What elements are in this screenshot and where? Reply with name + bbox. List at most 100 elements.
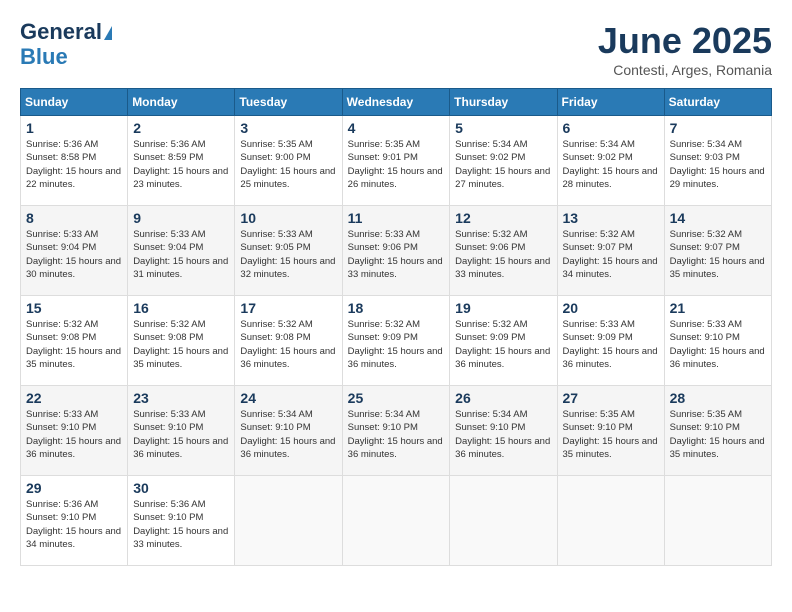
location: Contesti, Arges, Romania	[598, 62, 772, 78]
table-row: 11 Sunrise: 5:33 AM Sunset: 9:06 PM Dayl…	[342, 206, 450, 296]
header-row: Sunday Monday Tuesday Wednesday Thursday…	[21, 89, 772, 116]
day-number: 2	[133, 120, 229, 136]
logo-blue: Blue	[20, 44, 68, 70]
table-row: 12 Sunrise: 5:32 AM Sunset: 9:06 PM Dayl…	[450, 206, 557, 296]
day-number: 11	[348, 210, 445, 226]
table-row: 21 Sunrise: 5:33 AM Sunset: 9:10 PM Dayl…	[664, 296, 771, 386]
table-row	[557, 476, 664, 566]
day-number: 14	[670, 210, 766, 226]
day-number: 24	[240, 390, 336, 406]
col-tuesday: Tuesday	[235, 89, 342, 116]
day-number: 10	[240, 210, 336, 226]
table-row: 18 Sunrise: 5:32 AM Sunset: 9:09 PM Dayl…	[342, 296, 450, 386]
day-info: Sunrise: 5:34 AM Sunset: 9:02 PM Dayligh…	[455, 138, 551, 191]
day-info: Sunrise: 5:34 AM Sunset: 9:10 PM Dayligh…	[455, 408, 551, 461]
day-info: Sunrise: 5:32 AM Sunset: 9:08 PM Dayligh…	[240, 318, 336, 371]
day-info: Sunrise: 5:33 AM Sunset: 9:10 PM Dayligh…	[26, 408, 122, 461]
day-info: Sunrise: 5:32 AM Sunset: 9:08 PM Dayligh…	[26, 318, 122, 371]
table-row: 27 Sunrise: 5:35 AM Sunset: 9:10 PM Dayl…	[557, 386, 664, 476]
table-row	[342, 476, 450, 566]
col-friday: Friday	[557, 89, 664, 116]
logo-name: General	[20, 20, 114, 44]
day-number: 19	[455, 300, 551, 316]
day-number: 17	[240, 300, 336, 316]
day-number: 27	[563, 390, 659, 406]
col-thursday: Thursday	[450, 89, 557, 116]
day-info: Sunrise: 5:36 AM Sunset: 9:10 PM Dayligh…	[133, 498, 229, 551]
day-info: Sunrise: 5:35 AM Sunset: 9:01 PM Dayligh…	[348, 138, 445, 191]
table-row: 16 Sunrise: 5:32 AM Sunset: 9:08 PM Dayl…	[128, 296, 235, 386]
day-info: Sunrise: 5:32 AM Sunset: 9:09 PM Dayligh…	[455, 318, 551, 371]
day-number: 1	[26, 120, 122, 136]
day-info: Sunrise: 5:32 AM Sunset: 9:08 PM Dayligh…	[133, 318, 229, 371]
col-wednesday: Wednesday	[342, 89, 450, 116]
day-number: 8	[26, 210, 122, 226]
day-number: 9	[133, 210, 229, 226]
table-row: 6 Sunrise: 5:34 AM Sunset: 9:02 PM Dayli…	[557, 116, 664, 206]
day-number: 6	[563, 120, 659, 136]
table-row: 24 Sunrise: 5:34 AM Sunset: 9:10 PM Dayl…	[235, 386, 342, 476]
title-area: June 2025 Contesti, Arges, Romania	[598, 20, 772, 78]
table-row: 2 Sunrise: 5:36 AM Sunset: 8:59 PM Dayli…	[128, 116, 235, 206]
day-number: 15	[26, 300, 122, 316]
table-row: 14 Sunrise: 5:32 AM Sunset: 9:07 PM Dayl…	[664, 206, 771, 296]
day-number: 20	[563, 300, 659, 316]
day-info: Sunrise: 5:36 AM Sunset: 9:10 PM Dayligh…	[26, 498, 122, 551]
page-header: General Blue June 2025 Contesti, Arges, …	[20, 20, 772, 78]
day-info: Sunrise: 5:33 AM Sunset: 9:06 PM Dayligh…	[348, 228, 445, 281]
day-number: 4	[348, 120, 445, 136]
calendar-table: Sunday Monday Tuesday Wednesday Thursday…	[20, 88, 772, 566]
day-info: Sunrise: 5:33 AM Sunset: 9:09 PM Dayligh…	[563, 318, 659, 371]
day-info: Sunrise: 5:34 AM Sunset: 9:10 PM Dayligh…	[348, 408, 445, 461]
table-row: 28 Sunrise: 5:35 AM Sunset: 9:10 PM Dayl…	[664, 386, 771, 476]
day-info: Sunrise: 5:32 AM Sunset: 9:07 PM Dayligh…	[670, 228, 766, 281]
logo: General Blue	[20, 20, 114, 70]
table-row: 4 Sunrise: 5:35 AM Sunset: 9:01 PM Dayli…	[342, 116, 450, 206]
day-info: Sunrise: 5:35 AM Sunset: 9:10 PM Dayligh…	[670, 408, 766, 461]
day-number: 29	[26, 480, 122, 496]
day-number: 23	[133, 390, 229, 406]
day-number: 25	[348, 390, 445, 406]
table-row: 20 Sunrise: 5:33 AM Sunset: 9:09 PM Dayl…	[557, 296, 664, 386]
table-row: 3 Sunrise: 5:35 AM Sunset: 9:00 PM Dayli…	[235, 116, 342, 206]
table-row: 23 Sunrise: 5:33 AM Sunset: 9:10 PM Dayl…	[128, 386, 235, 476]
table-row	[664, 476, 771, 566]
col-monday: Monday	[128, 89, 235, 116]
day-info: Sunrise: 5:35 AM Sunset: 9:10 PM Dayligh…	[563, 408, 659, 461]
day-info: Sunrise: 5:33 AM Sunset: 9:10 PM Dayligh…	[133, 408, 229, 461]
table-row: 5 Sunrise: 5:34 AM Sunset: 9:02 PM Dayli…	[450, 116, 557, 206]
day-info: Sunrise: 5:32 AM Sunset: 9:06 PM Dayligh…	[455, 228, 551, 281]
table-row: 17 Sunrise: 5:32 AM Sunset: 9:08 PM Dayl…	[235, 296, 342, 386]
day-number: 16	[133, 300, 229, 316]
table-row: 7 Sunrise: 5:34 AM Sunset: 9:03 PM Dayli…	[664, 116, 771, 206]
day-number: 26	[455, 390, 551, 406]
table-row: 19 Sunrise: 5:32 AM Sunset: 9:09 PM Dayl…	[450, 296, 557, 386]
table-row: 1 Sunrise: 5:36 AM Sunset: 8:58 PM Dayli…	[21, 116, 128, 206]
table-row: 15 Sunrise: 5:32 AM Sunset: 9:08 PM Dayl…	[21, 296, 128, 386]
day-number: 30	[133, 480, 229, 496]
table-row: 29 Sunrise: 5:36 AM Sunset: 9:10 PM Dayl…	[21, 476, 128, 566]
day-number: 13	[563, 210, 659, 226]
table-row: 22 Sunrise: 5:33 AM Sunset: 9:10 PM Dayl…	[21, 386, 128, 476]
table-row: 30 Sunrise: 5:36 AM Sunset: 9:10 PM Dayl…	[128, 476, 235, 566]
day-number: 5	[455, 120, 551, 136]
day-info: Sunrise: 5:33 AM Sunset: 9:05 PM Dayligh…	[240, 228, 336, 281]
day-info: Sunrise: 5:33 AM Sunset: 9:04 PM Dayligh…	[133, 228, 229, 281]
day-info: Sunrise: 5:33 AM Sunset: 9:10 PM Dayligh…	[670, 318, 766, 371]
day-number: 12	[455, 210, 551, 226]
day-info: Sunrise: 5:32 AM Sunset: 9:07 PM Dayligh…	[563, 228, 659, 281]
table-row: 8 Sunrise: 5:33 AM Sunset: 9:04 PM Dayli…	[21, 206, 128, 296]
day-info: Sunrise: 5:36 AM Sunset: 8:58 PM Dayligh…	[26, 138, 122, 191]
day-info: Sunrise: 5:33 AM Sunset: 9:04 PM Dayligh…	[26, 228, 122, 281]
day-number: 18	[348, 300, 445, 316]
day-number: 28	[670, 390, 766, 406]
table-row: 25 Sunrise: 5:34 AM Sunset: 9:10 PM Dayl…	[342, 386, 450, 476]
table-row: 9 Sunrise: 5:33 AM Sunset: 9:04 PM Dayli…	[128, 206, 235, 296]
day-number: 7	[670, 120, 766, 136]
day-info: Sunrise: 5:35 AM Sunset: 9:00 PM Dayligh…	[240, 138, 336, 191]
day-info: Sunrise: 5:32 AM Sunset: 9:09 PM Dayligh…	[348, 318, 445, 371]
col-saturday: Saturday	[664, 89, 771, 116]
day-info: Sunrise: 5:34 AM Sunset: 9:10 PM Dayligh…	[240, 408, 336, 461]
day-info: Sunrise: 5:34 AM Sunset: 9:02 PM Dayligh…	[563, 138, 659, 191]
day-number: 21	[670, 300, 766, 316]
